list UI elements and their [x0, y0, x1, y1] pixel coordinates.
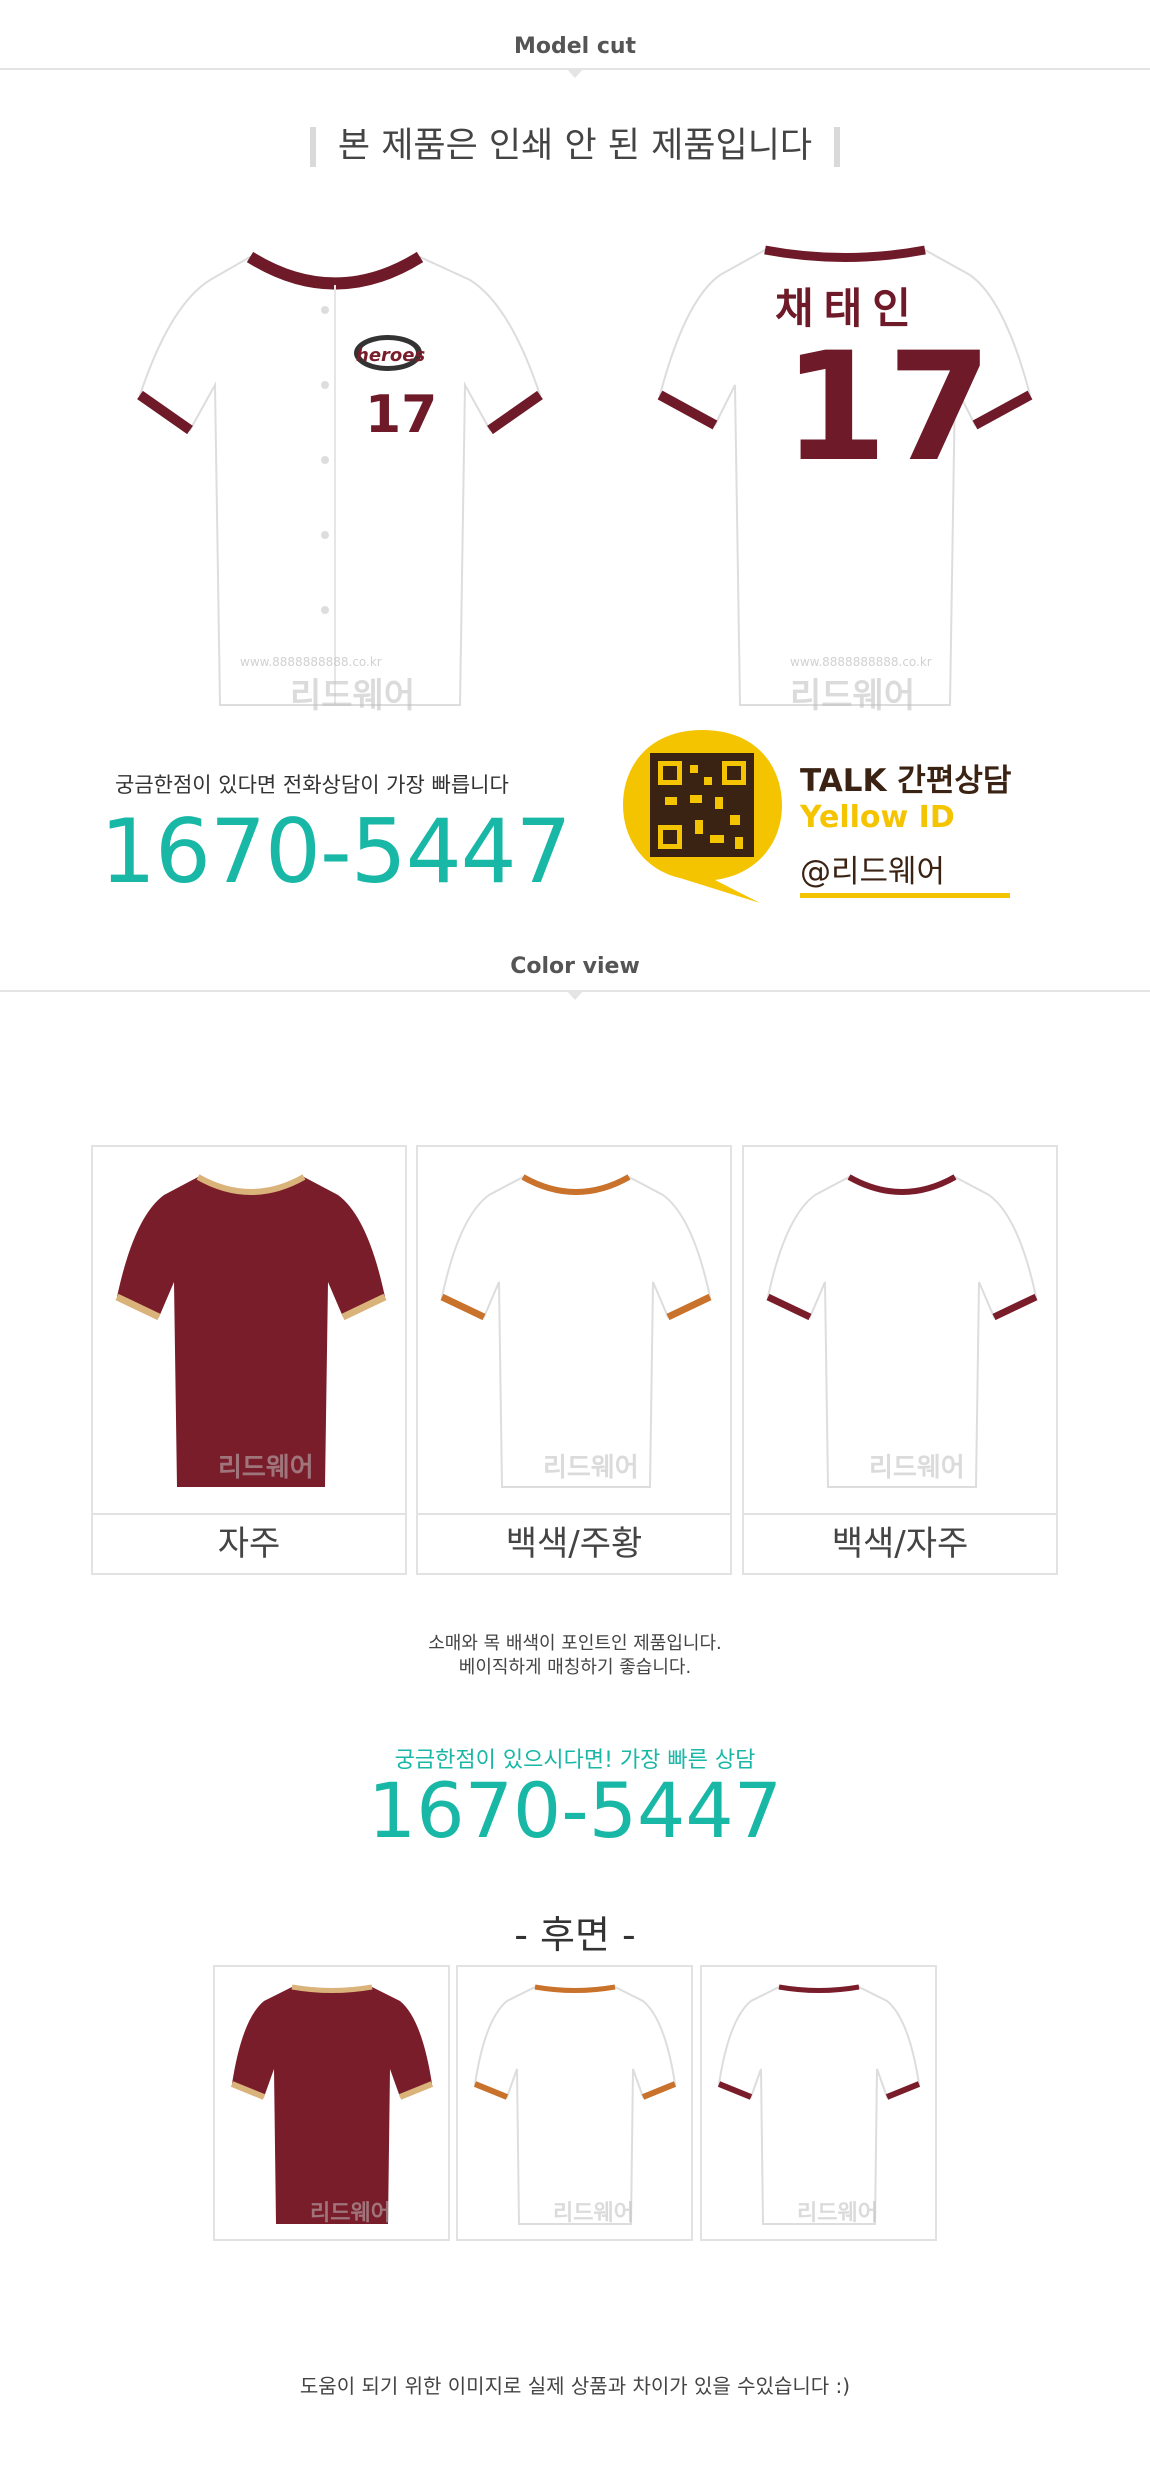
phone-number[interactable]: 1670-5447 — [100, 800, 572, 903]
front-number: 17 — [365, 385, 438, 445]
back-view-2[interactable]: 리드웨어 — [456, 1965, 693, 2241]
color-label: 자주 — [93, 1513, 405, 1573]
back-swatch-2 — [473, 1984, 677, 2225]
front-logo-text: heroes — [356, 345, 426, 366]
watermark-brand: 리드웨어 — [553, 2201, 634, 2226]
back-swatch-1 — [230, 1984, 434, 2224]
notice-bar-left — [309, 127, 316, 167]
description-line-2: 베이직하게 매칭하기 좋습니다. — [458, 1657, 692, 1678]
section-title: Model cut — [513, 34, 637, 59]
watermark-brand: 리드웨어 — [869, 1453, 965, 1483]
color-option-2[interactable]: 리드웨어 백색/주황 — [416, 1145, 732, 1575]
color-option-3[interactable]: 리드웨어 백색/자주 — [742, 1145, 1058, 1575]
kakao-qr-icon[interactable] — [620, 725, 785, 905]
back-view-1[interactable]: 리드웨어 — [213, 1965, 450, 2241]
back-view-title: - 후면 - — [514, 1913, 636, 1957]
color-option-1[interactable]: 리드웨어 자주 — [91, 1145, 407, 1575]
notice-text: 본 제품은 인쇄 안 된 제품입니다 — [337, 126, 813, 166]
description-line-1: 소매와 목 배색이 포인트인 제품입니다. — [428, 1633, 722, 1654]
color-label: 백색/자주 — [744, 1513, 1056, 1573]
back-number: 17 — [783, 321, 992, 495]
watermark-brand: 리드웨어 — [218, 1453, 314, 1483]
section-header-model-cut: Model cut — [0, 0, 1150, 78]
section-title: Color view — [510, 954, 640, 979]
watermark-brand: 리드웨어 — [797, 2201, 878, 2226]
kakao-id-underline — [800, 893, 1010, 898]
watermark-brand: 리드웨어 — [290, 676, 416, 716]
watermark-url: www.8888888888.co.kr — [790, 655, 932, 669]
talk-consult-label: TALK 간편상담 — [800, 763, 1012, 799]
watermark-brand: 리드웨어 — [790, 676, 916, 716]
phone-question: 궁금한점이 있다면 전화상담이 가장 빠릅니다 — [115, 773, 509, 797]
front-jersey-image: heroes 17 www.8888888888.co.kr 리드웨어 — [130, 235, 560, 716]
consult-phone[interactable]: 1670-5447 — [0, 1766, 1150, 1855]
back-swatch-3 — [717, 1984, 921, 2225]
back-jersey-image: 채태인 17 www.8888888888.co.kr 리드웨어 — [655, 235, 1035, 716]
section-divider — [0, 68, 1150, 78]
notice-bar-right — [834, 127, 841, 167]
footer-disclaimer: 도움이 되기 위한 이미지로 실제 상품과 차이가 있을 수있습니다 :) — [299, 2374, 851, 2398]
back-view-3[interactable]: 리드웨어 — [700, 1965, 937, 2241]
section-divider — [0, 990, 1150, 1000]
watermark-brand: 리드웨어 — [310, 2201, 391, 2226]
yellow-id-label: Yellow ID — [800, 800, 955, 835]
watermark-url: www.8888888888.co.kr — [240, 655, 382, 669]
kakao-id[interactable]: @리드웨어 — [800, 846, 945, 891]
color-label: 백색/주황 — [418, 1513, 730, 1573]
print-notice: 본 제품은 인쇄 안 된 제품입니다 — [0, 117, 1150, 168]
watermark-brand: 리드웨어 — [543, 1453, 639, 1483]
section-header-color-view: Color view — [0, 930, 1150, 1000]
